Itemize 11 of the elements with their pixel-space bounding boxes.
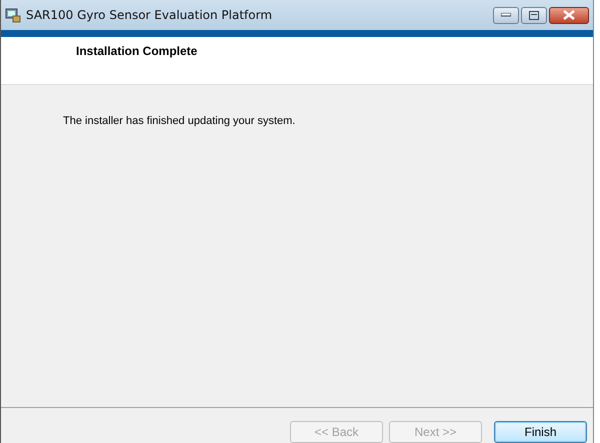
minimize-button[interactable] — [493, 6, 519, 24]
status-message: The installer has finished updating your system. — [63, 115, 296, 127]
finish-button[interactable]: Finish — [494, 421, 587, 443]
maximize-button[interactable] — [521, 6, 547, 24]
close-icon — [563, 10, 575, 20]
close-button[interactable] — [549, 6, 589, 24]
minimize-icon — [501, 13, 511, 17]
maximize-icon — [529, 10, 539, 20]
header-title: Installation Complete — [76, 44, 198, 58]
window-title: SAR100 Gyro Sensor Evaluation Platform — [26, 8, 274, 22]
installer-icon — [5, 7, 21, 23]
